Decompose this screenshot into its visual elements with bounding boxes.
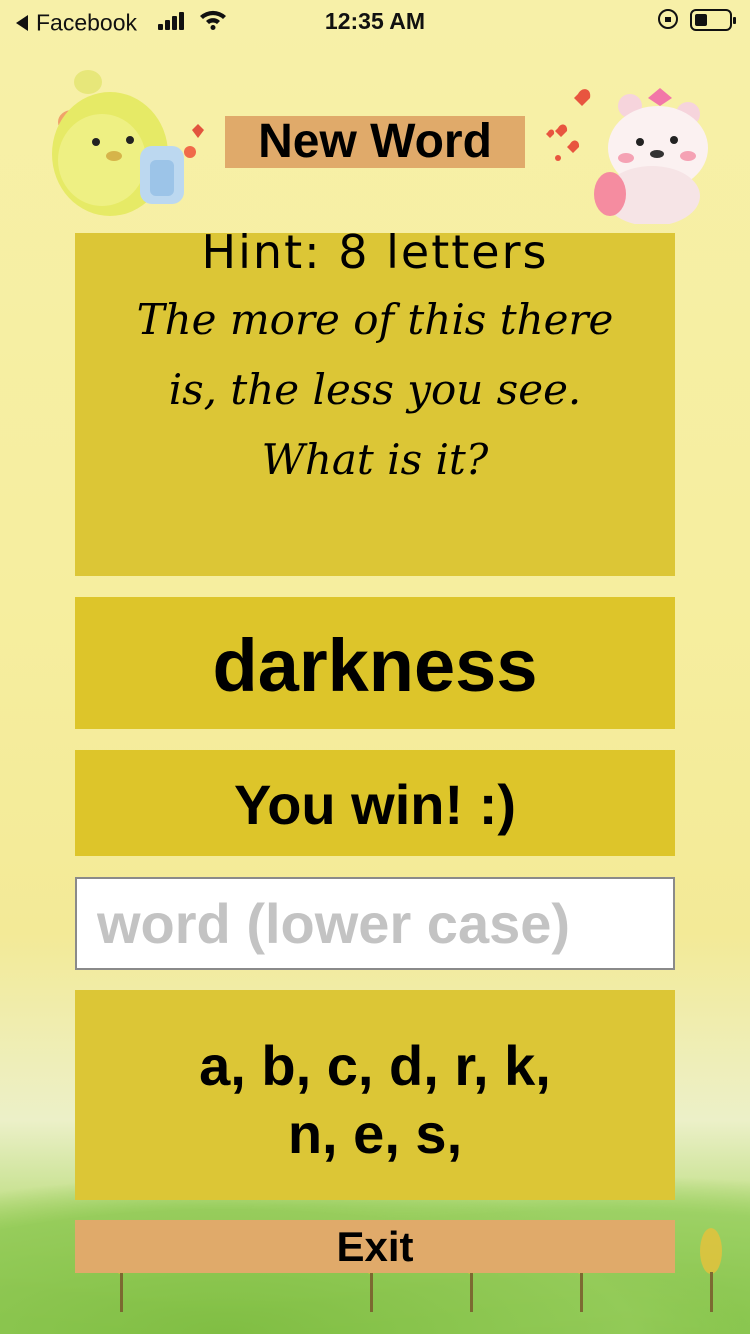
yellow-bear-mascot-image (52, 70, 204, 216)
guess-input[interactable] (75, 877, 675, 970)
tree-decoration (700, 1228, 722, 1312)
exit-button[interactable]: Exit (75, 1220, 675, 1273)
guessed-letters-card: a, b, c, d, r, k, n, e, s, (75, 990, 675, 1200)
guessed-letters-line: a, b, c, d, r, k, (199, 1034, 551, 1097)
hint-text: The more of this there is, the less you … (136, 295, 614, 484)
battery-icon (690, 9, 736, 31)
guessed-letters-line: n, e, s, (287, 1102, 463, 1165)
rotation-lock-icon (658, 9, 678, 29)
hint-card: Hint: 8 letters The more of this there i… (75, 233, 675, 576)
result-message: You win! :) (75, 750, 675, 856)
new-word-button[interactable]: New Word (225, 116, 525, 168)
pink-bear-mascot-image (546, 88, 708, 224)
target-word: darkness (75, 597, 675, 729)
hint-title: Hint: 8 letters (201, 233, 549, 279)
status-bar: Facebook 12:35 AM (0, 0, 750, 42)
clock: 12:35 AM (324, 8, 426, 34)
